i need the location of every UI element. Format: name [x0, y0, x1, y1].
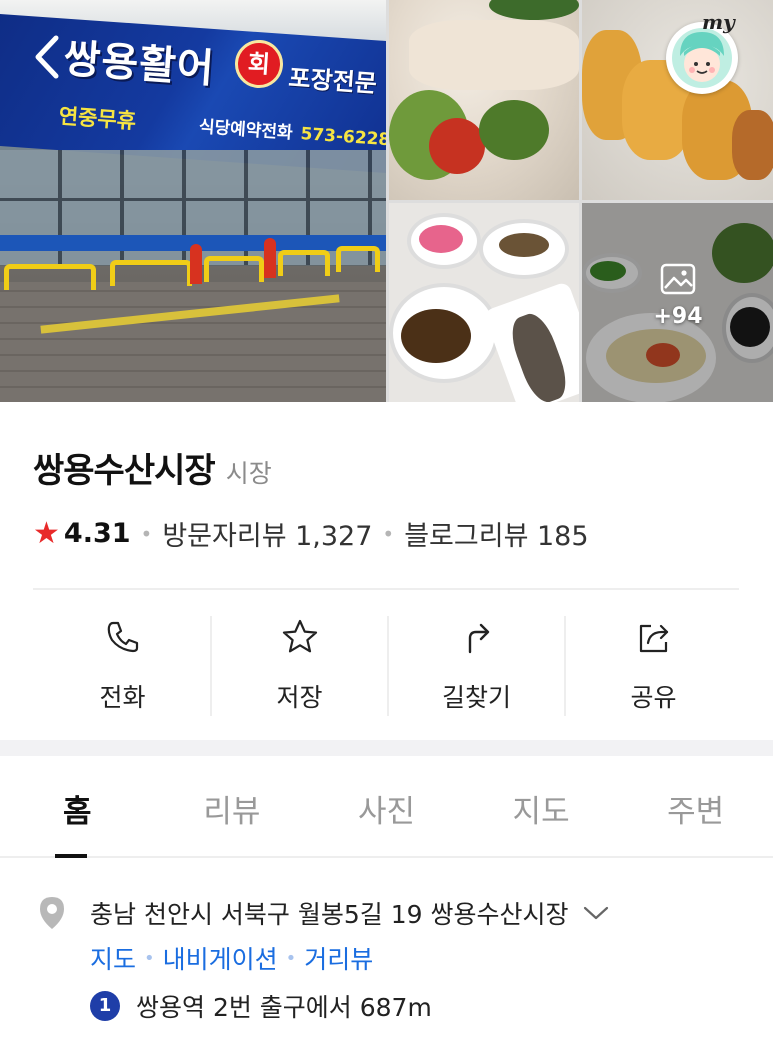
bollard [4, 264, 96, 290]
transit-info: 1 쌍용역 2번 출구에서 687m [90, 988, 432, 1024]
garnish [489, 0, 579, 20]
visitor-reviews-link[interactable]: 방문자리뷰 1,327 [162, 514, 372, 553]
tab-map[interactable]: 지도 [464, 756, 619, 856]
tab-photos-label: 사진 [357, 794, 415, 830]
back-button[interactable] [26, 30, 70, 84]
bollard [204, 256, 264, 282]
map-link[interactable]: 지도 [90, 940, 136, 976]
sashimi-platter [409, 20, 579, 90]
bollard [336, 246, 380, 272]
star-icon [282, 619, 317, 653]
address-row[interactable]: 충남 천안시 서북구 월봉5길 19 쌍용수산시장 [36, 895, 756, 931]
sign-title: 쌍용활어 [62, 34, 217, 93]
photo-gallery[interactable]: 쌍용활어 회 포장전문 연중무휴 식당예약전화 573-6228 my +94 [0, 0, 773, 402]
tab-reviews[interactable]: 리뷰 [155, 756, 310, 856]
place-title-row: 쌍용수산시장 시장 [33, 443, 272, 492]
image-icon [660, 263, 696, 295]
tab-photos[interactable]: 사진 [309, 756, 464, 856]
place-name: 쌍용수산시장 [33, 451, 216, 491]
subway-line-badge: 1 [90, 991, 120, 1021]
side-dishes-photo[interactable] [389, 203, 579, 402]
more-photos-button[interactable]: +94 [636, 262, 720, 329]
chevron-down-icon[interactable] [582, 904, 610, 922]
tab-home[interactable]: 홈 [0, 756, 155, 858]
separator-dot: • [140, 521, 153, 546]
tab-nearby[interactable]: 주변 [618, 756, 773, 856]
street-view-link[interactable]: 거리뷰 [304, 940, 373, 976]
separator-dot: • [382, 521, 395, 546]
call-button[interactable]: 전화 [35, 616, 212, 716]
navigation-link[interactable]: 내비게이션 [163, 940, 278, 976]
transit-text: 쌍용역 2번 출구에서 687m [136, 993, 432, 1022]
tab-map-label: 지도 [512, 794, 570, 830]
address-links: 지도 • 내비게이션 • 거리뷰 [90, 940, 373, 976]
pickled-radish [419, 225, 463, 253]
traffic-cone [264, 238, 276, 278]
my-label: my [702, 10, 735, 34]
tab-bar: 홈 리뷰 사진 지도 주변 [0, 756, 773, 858]
bollard [110, 260, 192, 286]
divider [33, 588, 739, 590]
tab-home-label: 홈 [63, 794, 92, 830]
separator-dot: • [285, 947, 297, 969]
place-category: 시장 [225, 459, 272, 488]
call-label: 전화 [99, 683, 146, 712]
shrimp-tail [732, 110, 773, 180]
share-button[interactable]: 공유 [566, 616, 741, 716]
save-label: 저장 [276, 683, 323, 712]
tab-reviews-label: 리뷰 [203, 794, 261, 830]
mushroom-dish [499, 233, 549, 257]
sign-tail: 포장전문 [287, 62, 378, 99]
save-button[interactable]: 저장 [212, 616, 389, 716]
section-gap [0, 740, 773, 756]
active-tab-indicator [55, 854, 87, 858]
sashimi-photo[interactable] [389, 0, 579, 200]
directions-label: 길찾기 [441, 683, 511, 712]
tab-nearby-label: 주변 [667, 794, 725, 830]
address-text: 충남 천안시 서북구 월봉5길 19 쌍용수산시장 [90, 900, 569, 929]
chili-sauce [429, 118, 485, 174]
greens [479, 100, 549, 160]
location-pin-icon [40, 897, 64, 929]
directions-icon [468, 623, 489, 654]
rating-value: 4.31 [63, 518, 131, 549]
braised-dish [401, 309, 471, 363]
share-icon [639, 624, 668, 653]
my-profile-button[interactable]: my [664, 10, 742, 94]
share-label: 공유 [630, 683, 677, 712]
star-rating-icon: ★ [33, 516, 60, 551]
traffic-cone [190, 244, 202, 284]
chevron-left-icon [35, 35, 59, 79]
rating-row: ★ 4.31 • 방문자리뷰 1,327 • 블로그리뷰 185 [33, 514, 589, 553]
directions-button[interactable]: 길찾기 [389, 616, 566, 716]
phone-icon [107, 621, 138, 653]
sign-open-all-year: 연중무휴 [58, 103, 137, 134]
separator-dot: • [144, 947, 155, 969]
blog-reviews-link[interactable]: 블로그리뷰 185 [404, 514, 588, 553]
action-bar: 전화 저장 길찾기 공유 [35, 616, 741, 716]
bollards [0, 238, 386, 290]
bollard [278, 250, 330, 276]
more-photos-count: +94 [653, 304, 703, 329]
